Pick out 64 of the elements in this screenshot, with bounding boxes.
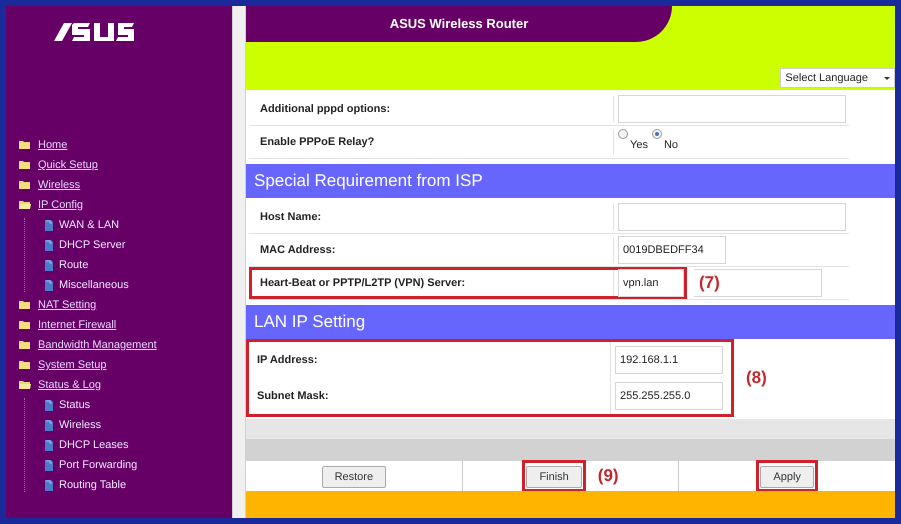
callout-number: (8)	[746, 367, 767, 390]
folder-icon	[19, 180, 31, 190]
nav-item[interactable]: Route	[59, 258, 88, 272]
folder-icon	[19, 140, 31, 150]
folder-icon	[19, 320, 31, 330]
field-label: MAC Address:	[260, 242, 336, 258]
document-icon	[45, 400, 53, 410]
field-label: Heart-Beat or PPTP/L2TP (VPN) Server:	[260, 276, 466, 291]
radio-label: No	[664, 138, 678, 153]
document-icon	[45, 280, 53, 290]
document-icon	[45, 460, 53, 470]
language-select[interactable]: Select Language	[780, 68, 895, 88]
text-field[interactable]: vpn.lan	[618, 269, 684, 297]
document-icon	[45, 220, 53, 230]
document-icon	[45, 440, 53, 450]
nav-item[interactable]: DHCP Leases	[59, 438, 128, 452]
action-button[interactable]: Apply	[760, 466, 814, 488]
text-field[interactable]: 0019DBEDFF34	[618, 236, 726, 264]
action-button[interactable]: Restore	[322, 466, 386, 488]
field-label: IP Address:	[257, 352, 318, 368]
document-icon	[45, 420, 53, 430]
folder-icon	[19, 160, 31, 170]
text-field[interactable]: 255.255.255.0	[615, 382, 723, 410]
nav-link[interactable]: Home	[38, 138, 68, 152]
nav-item[interactable]: Miscellaneous	[59, 278, 129, 292]
radio-label: Yes	[630, 138, 648, 153]
nav-item[interactable]: WAN & LAN	[59, 218, 120, 232]
nav-item[interactable]: Status	[59, 398, 90, 412]
nav-item[interactable]: Wireless	[59, 418, 102, 432]
nav-link[interactable]: IP Config	[38, 198, 84, 212]
header-title: ASUS Wireless Router	[390, 15, 528, 34]
text-field[interactable]	[618, 95, 846, 123]
field-label: Subnet Mask:	[257, 388, 329, 404]
radio-button[interactable]	[618, 128, 628, 139]
document-icon	[45, 260, 53, 270]
document-icon	[45, 240, 53, 250]
open-folder-icon	[19, 380, 31, 390]
scrollbar[interactable]	[232, 6, 246, 518]
field-label: Additional pppd options:	[260, 102, 390, 117]
folder-icon	[19, 360, 31, 370]
field-label: Host Name:	[260, 210, 322, 225]
document-icon	[45, 480, 53, 490]
callout-number: (7)	[699, 272, 720, 294]
folder-icon	[19, 340, 31, 350]
open-folder-icon	[19, 200, 31, 210]
nav-item[interactable]: Routing Table	[59, 478, 126, 492]
folder-icon	[19, 300, 31, 310]
nav-item[interactable]: Port Forwarding	[59, 458, 138, 472]
action-button[interactable]: Finish	[526, 466, 582, 488]
field-label: Enable PPPoE Relay?	[260, 134, 374, 150]
nav-item[interactable]: DHCP Server	[59, 238, 126, 252]
section-header: LAN IP Setting	[246, 305, 895, 339]
nav-link[interactable]: Internet Firewall	[38, 318, 116, 332]
section-header: Special Requirement from ISP	[246, 164, 895, 198]
nav-link[interactable]: Status & Log	[38, 378, 101, 392]
radio-button[interactable]	[652, 128, 662, 139]
nav-link[interactable]: System Setup	[38, 358, 106, 372]
nav-link[interactable]: Quick Setup	[38, 158, 98, 172]
text-field[interactable]: 192.168.1.1	[615, 346, 723, 374]
nav-link[interactable]: NAT Setting	[38, 298, 96, 312]
callout-number: (9)	[598, 465, 619, 488]
text-field[interactable]	[618, 203, 846, 231]
nav-link[interactable]: Wireless	[38, 178, 80, 192]
nav-link[interactable]: Bandwidth Management	[38, 338, 157, 352]
